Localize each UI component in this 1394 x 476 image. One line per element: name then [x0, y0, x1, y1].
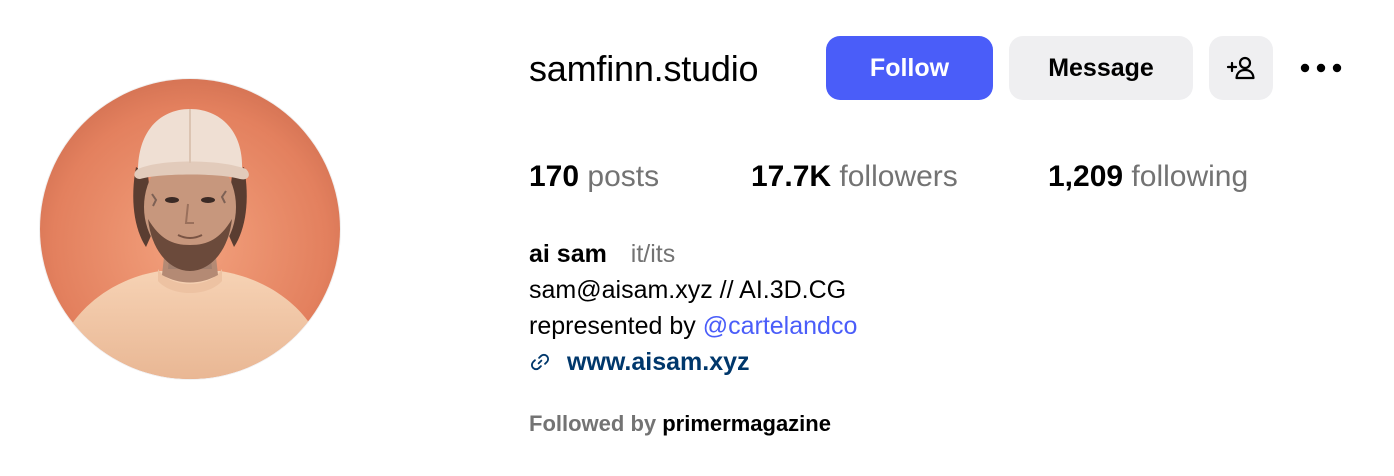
suggest-accounts-button[interactable]	[1209, 36, 1273, 100]
bio-represented-prefix: represented by	[529, 312, 703, 340]
more-options-icon	[1300, 63, 1342, 73]
bio-mention-link[interactable]: @cartelandco	[703, 312, 858, 340]
person-plus-icon	[1226, 56, 1255, 80]
profile-avatar[interactable]	[40, 79, 340, 379]
link-icon	[530, 353, 550, 371]
bio-text-line: sam@aisam.xyz // AI.3D.CG	[529, 276, 847, 304]
avatar-photo	[40, 79, 340, 379]
profile-username: samfinn.studio	[529, 48, 759, 89]
follow-button[interactable]: Follow	[826, 36, 993, 100]
following-link[interactable]: 1,209 following	[1048, 158, 1248, 196]
following-label: following	[1131, 160, 1249, 193]
posts-label: posts	[587, 160, 660, 193]
more-options-button[interactable]	[1295, 52, 1347, 84]
following-number: 1,209	[1048, 160, 1124, 193]
posts-number: 170	[529, 160, 580, 193]
bio-represented-line: represented by @cartelandco	[529, 310, 857, 342]
bio-display-name: ai sam	[529, 240, 607, 268]
bio-pronouns: it/its	[630, 240, 676, 268]
profile-header: samfinn.studio Follow Message 170 posts …	[0, 0, 1394, 476]
posts-count: 170 posts	[529, 158, 659, 196]
followed-by-prefix: Followed by	[529, 411, 663, 436]
bio-name-row: ai sam it/its	[529, 238, 675, 270]
followers-label: followers	[839, 160, 958, 193]
bio-website-link[interactable]: www.aisam.xyz	[529, 346, 750, 378]
followed-by-line[interactable]: Followed by primermagazine	[529, 410, 831, 438]
followed-by-user[interactable]: primermagazine	[662, 411, 831, 436]
bio-website-text: www.aisam.xyz	[567, 348, 750, 376]
followers-number: 17.7K	[751, 160, 832, 193]
message-button[interactable]: Message	[1009, 36, 1193, 100]
followers-link[interactable]: 17.7K followers	[751, 158, 958, 196]
